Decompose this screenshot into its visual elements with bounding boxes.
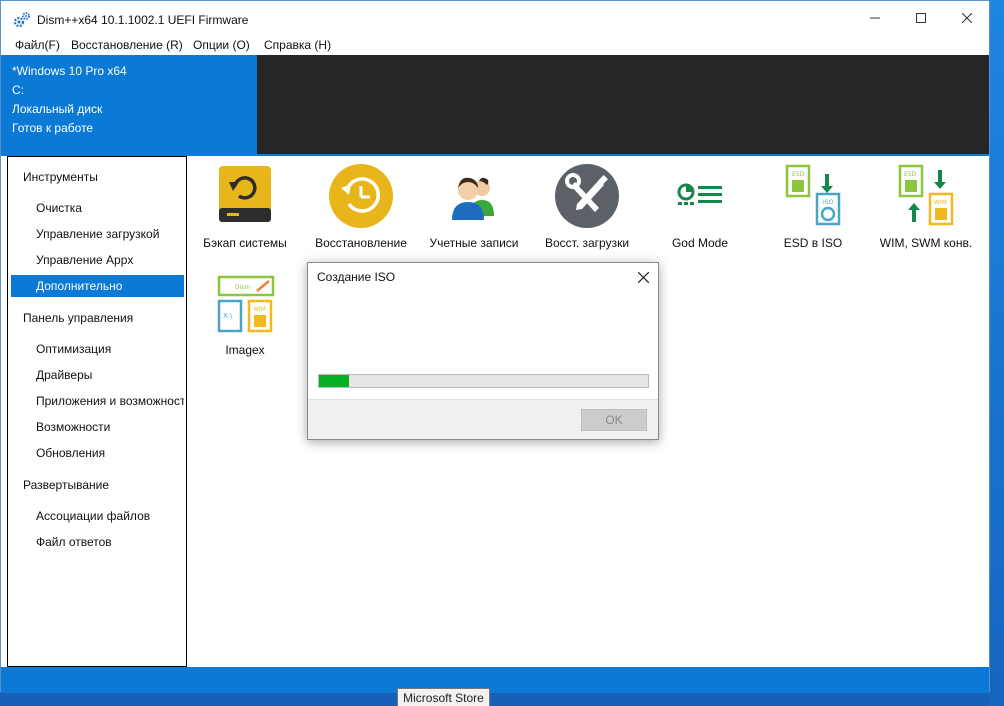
tool-boot-repair[interactable]: Восст. загрузки — [532, 161, 642, 253]
maximize-icon — [916, 13, 926, 23]
tool-label: WIM, SWM конв. — [879, 236, 973, 250]
sidebar-item-answer-file[interactable]: Файл ответов — [11, 531, 184, 553]
dialog-footer: OK — [308, 399, 658, 439]
sidebar-item-optimization[interactable]: Оптимизация — [11, 338, 184, 360]
selected-image-panel[interactable]: *Windows 10 Pro x64 C: Локальный диск Го… — [1, 55, 257, 154]
esd-icon-text: ESD — [904, 171, 917, 178]
backup-drive-icon — [219, 166, 271, 222]
tool-wim-swm-convert[interactable]: ESD WIM WIM, SWM конв. — [871, 161, 981, 253]
sidebar-item-features[interactable]: Возможности — [11, 416, 184, 438]
tool-esd-to-iso[interactable]: ESD ISO ESD в ISO — [758, 161, 868, 253]
dialog-title: Создание ISO — [317, 270, 396, 284]
sidebar-item-advanced[interactable]: Дополнительно — [11, 275, 184, 297]
app-gears-icon — [13, 12, 30, 28]
tool-imagex[interactable]: Dism X:\ WIM Imagex — [190, 268, 300, 360]
status-bar — [1, 667, 989, 693]
wim-swm-convert-icon: ESD WIM — [898, 164, 954, 226]
dism-icon-text: Dism — [235, 284, 250, 291]
boot-repair-tools-icon — [555, 164, 619, 228]
dialog-close-button[interactable] — [630, 265, 656, 289]
ok-button[interactable]: OK — [581, 409, 647, 431]
menu-file[interactable]: Файл(F) — [15, 38, 60, 52]
sidebar-item-boot-management[interactable]: Управление загрузкой — [11, 223, 184, 245]
sidebar-item-apps-features[interactable]: Приложения и возможности — [11, 390, 184, 412]
progress-bar — [318, 374, 649, 388]
restore-clock-icon — [329, 164, 393, 228]
minimize-icon — [870, 17, 880, 19]
sidebar-section-tools: Инструменты — [23, 170, 98, 184]
sidebar-item-updates[interactable]: Обновления — [11, 442, 184, 464]
create-iso-dialog: Создание ISO OK — [307, 262, 659, 440]
sidebar-section-control-panel: Панель управления — [23, 311, 134, 325]
sidebar-item-drivers[interactable]: Драйверы — [11, 364, 184, 386]
os-edition: *Windows 10 Pro x64 — [12, 64, 127, 78]
tool-label: ESD в ISO — [783, 236, 843, 250]
tool-restore[interactable]: Восстановление — [306, 161, 416, 253]
status-text: Готов к работе — [12, 121, 94, 135]
title-bar[interactable]: Dism++x64 10.1.1002.1 UEFI Firmware — [1, 1, 989, 35]
tool-backup[interactable]: Бэкап системы — [190, 161, 300, 253]
tool-accounts[interactable]: Учетные записи — [419, 161, 529, 253]
sidebar-item-appx[interactable]: Управление Appx — [11, 249, 184, 271]
drive-letter: C: — [12, 83, 24, 97]
iso-icon-text: ISO — [823, 199, 834, 206]
tool-label: Восстановление — [315, 236, 407, 250]
system-info-bar: *Windows 10 Pro x64 C: Локальный диск Го… — [1, 55, 989, 154]
sidebar-item-cleanup[interactable]: Очистка — [11, 197, 184, 219]
window-title: Dism++x64 10.1.1002.1 UEFI Firmware — [37, 13, 249, 27]
tool-label: God Mode — [671, 236, 729, 250]
maximize-button[interactable] — [898, 1, 944, 35]
close-icon — [962, 13, 972, 23]
esd-to-iso-icon: ESD ISO — [785, 164, 841, 226]
close-icon — [637, 271, 649, 283]
taskbar-tooltip: Microsoft Store — [397, 688, 490, 706]
menu-help[interactable]: Справка (H) — [264, 38, 331, 52]
god-mode-icon — [677, 183, 722, 205]
menu-bar: Файл(F) Восстановление (R) Опции (O) Спр… — [1, 35, 989, 55]
tool-label: Бэкап системы — [203, 236, 287, 250]
sidebar: Инструменты Очистка Управление загрузкой… — [7, 156, 187, 667]
wim-icon-text: WIM — [253, 306, 266, 313]
progress-fill — [319, 375, 349, 387]
menu-restore[interactable]: Восстановление (R) — [71, 38, 183, 52]
drive-icon-text: X:\ — [223, 312, 233, 320]
users-icon — [452, 177, 494, 220]
sidebar-section-deployment: Развертывание — [23, 478, 110, 492]
imagex-icon: Dism X:\ WIM — [217, 275, 275, 333]
tool-label: Учетные записи — [429, 236, 519, 250]
sidebar-item-file-associations[interactable]: Ассоциации файлов — [11, 505, 184, 527]
disk-type: Локальный диск — [12, 102, 103, 116]
esd-icon-text: ESD — [792, 171, 805, 178]
minimize-button[interactable] — [852, 1, 898, 35]
menu-options[interactable]: Опции (O) — [193, 38, 250, 52]
tool-label: Восст. загрузки — [544, 236, 630, 250]
wim-icon-text: WIM — [934, 199, 947, 206]
tool-label: Imagex — [225, 343, 265, 357]
close-button[interactable] — [944, 1, 990, 35]
tool-god-mode[interactable]: God Mode — [645, 161, 755, 253]
desktop-background — [990, 0, 1004, 706]
